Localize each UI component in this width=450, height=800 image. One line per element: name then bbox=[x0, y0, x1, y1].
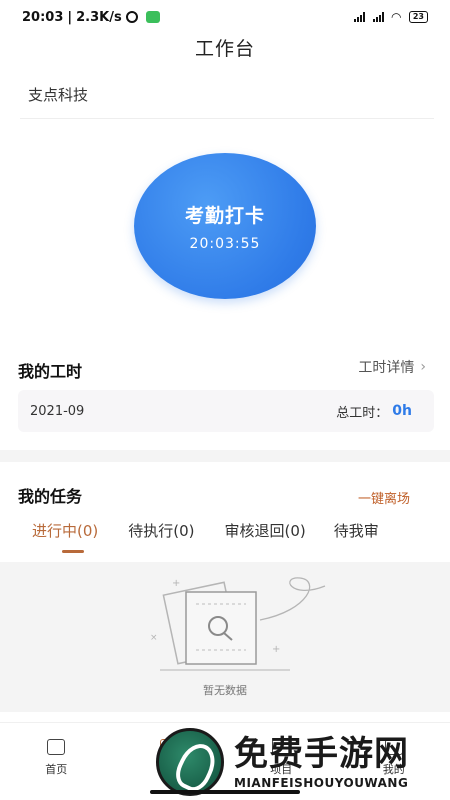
work-hours-detail-link[interactable]: 工时详情 › bbox=[358, 357, 426, 377]
work-hours-title: 我的工时 bbox=[18, 358, 83, 382]
site-watermark: 免费手游网 MIANFEISHOUYOUWANG bbox=[150, 724, 450, 800]
one-key-leave-button[interactable]: 一键离场 bbox=[358, 488, 410, 507]
svg-text:+: + bbox=[272, 644, 280, 655]
home-indicator bbox=[150, 790, 300, 794]
tab-pending[interactable]: 待执行(0) bbox=[128, 518, 194, 543]
status-bar: 20:03 | 2.3K/s ◠ 23 bbox=[0, 0, 450, 34]
active-tab-indicator bbox=[62, 550, 84, 553]
task-list-empty: + + × 暂无数据 bbox=[0, 562, 450, 712]
battery-icon: 23 bbox=[408, 11, 428, 23]
clock-in-label: 考勤打卡 bbox=[184, 204, 265, 227]
tab-label: 审核退回(0) bbox=[224, 522, 306, 540]
task-tabs: 进行中(0) 待执行(0) 审核退回(0) 待我审 bbox=[0, 518, 450, 553]
tab-bar-label: 首页 bbox=[45, 763, 68, 776]
tab-label: 进行中(0) bbox=[32, 522, 99, 540]
watermark-subtitle: MIANFEISHOUYOUWANG bbox=[234, 776, 409, 790]
tab-review-returned[interactable]: 审核退回(0) bbox=[225, 518, 306, 543]
signal-icon-2 bbox=[372, 12, 384, 22]
work-hours-card: 2021-09 总工时： 0h bbox=[18, 390, 434, 432]
home-icon bbox=[47, 739, 66, 755]
divider bbox=[20, 118, 434, 119]
status-left: 20:03 | 2.3K/s bbox=[22, 10, 160, 25]
tab-label: 待我审 bbox=[333, 522, 379, 540]
tasks-title: 我的任务 bbox=[18, 483, 83, 507]
total-hours-value: 0h bbox=[392, 403, 412, 419]
tab-label: 待执行(0) bbox=[128, 522, 195, 540]
svg-text:+: + bbox=[172, 578, 180, 589]
work-hours-detail-label: 工时详情 bbox=[358, 360, 415, 376]
section-separator bbox=[0, 450, 450, 462]
tab-in-progress[interactable]: 进行中(0) bbox=[32, 518, 99, 553]
page-title: 工作台 bbox=[194, 38, 255, 60]
alarm-icon bbox=[125, 11, 138, 23]
company-name[interactable]: 支点科技 bbox=[28, 84, 88, 105]
tab-bar-home[interactable]: 首页 bbox=[0, 723, 113, 800]
work-hours-month: 2021-09 bbox=[30, 403, 85, 419]
clock-in-button[interactable]: 考勤打卡 20:03:55 bbox=[134, 153, 316, 299]
status-net-speed: 2.3K/s bbox=[76, 9, 122, 25]
signal-icon bbox=[353, 12, 365, 22]
watermark-title: 免费手游网 bbox=[234, 734, 409, 774]
tasks-title-text: 我的任务 bbox=[18, 487, 83, 506]
status-right: ◠ 23 bbox=[353, 10, 428, 24]
wifi-icon: ◠ bbox=[391, 10, 401, 24]
tab-awaiting-my-review[interactable]: 待我审 bbox=[334, 518, 379, 543]
wechat-icon bbox=[145, 11, 160, 23]
clock-in-time: 20:03:55 bbox=[189, 235, 261, 252]
status-separator: | bbox=[67, 9, 73, 25]
watermark-logo bbox=[156, 728, 224, 796]
svg-text:×: × bbox=[150, 633, 158, 643]
total-hours: 总工时： 0h bbox=[336, 402, 412, 421]
total-hours-label: 总工时： bbox=[336, 405, 389, 421]
status-time: 20:03 bbox=[22, 9, 64, 25]
chevron-right-icon: › bbox=[420, 359, 426, 375]
work-hours-title-text: 我的工时 bbox=[18, 362, 83, 381]
empty-documents-illustration: + + × bbox=[150, 577, 326, 671]
empty-state-text: 暂无数据 bbox=[203, 684, 247, 697]
